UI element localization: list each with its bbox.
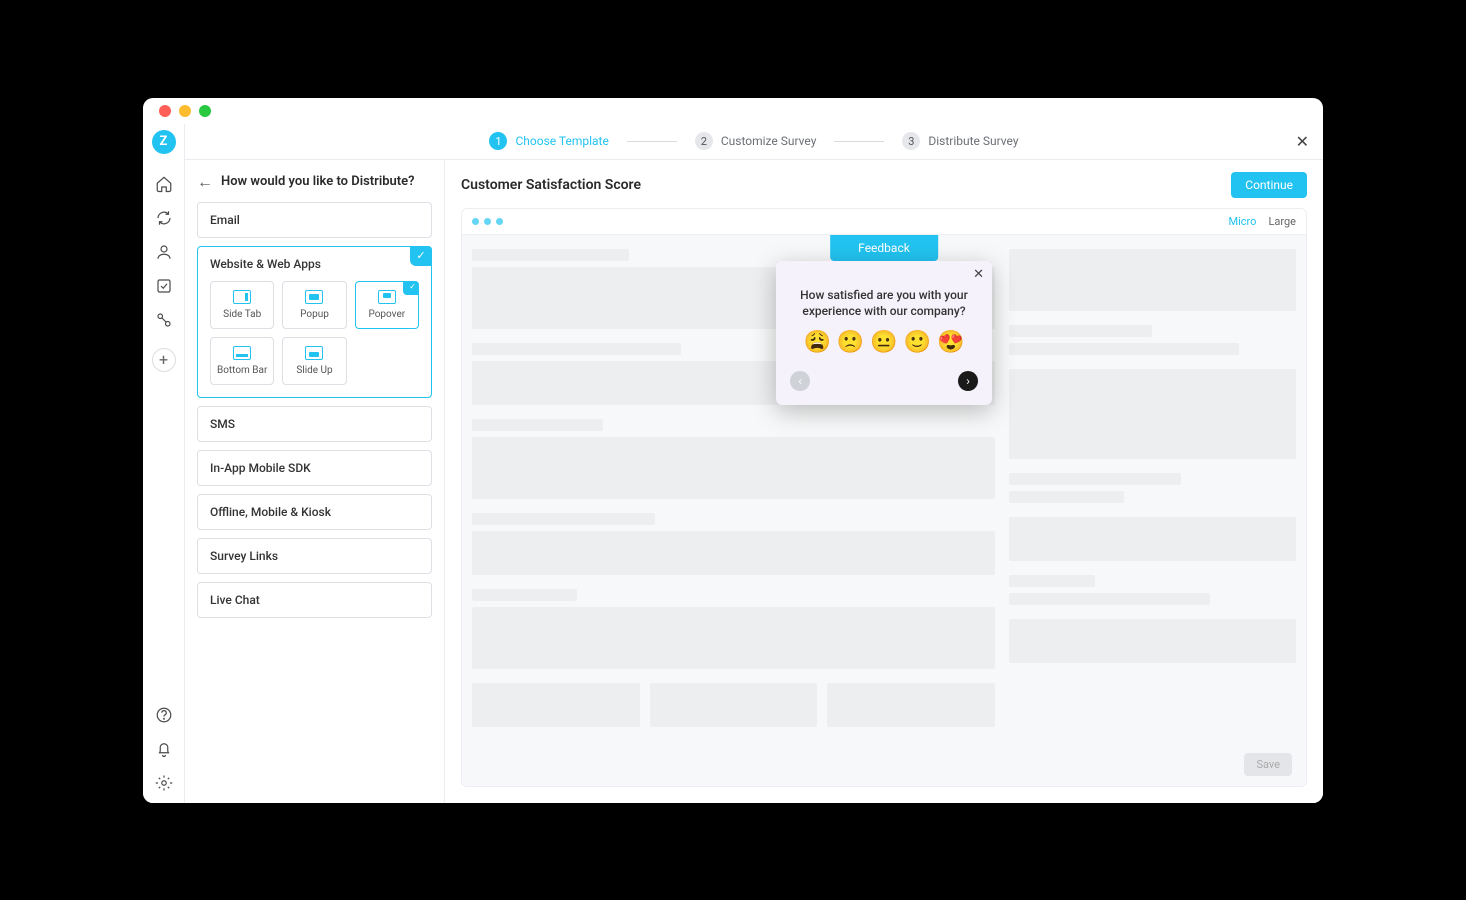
subopt-label: Slide Up <box>296 365 332 376</box>
bottombar-icon <box>233 346 251 360</box>
logo-icon[interactable]: Z <box>152 130 176 154</box>
dist-option-label: Offline, Mobile & Kiosk <box>210 505 419 519</box>
panel-title: How would you like to Distribute? <box>221 174 415 189</box>
window-titlebar <box>143 98 1323 124</box>
slideup-icon <box>305 346 323 360</box>
preview-dots <box>472 218 503 225</box>
step-divider <box>834 141 884 142</box>
dist-option-label: In-App Mobile SDK <box>210 461 419 475</box>
help-icon[interactable] <box>154 705 174 725</box>
subopt-label: Popover <box>368 309 405 320</box>
step-num: 1 <box>489 132 507 150</box>
dist-option-chat[interactable]: Live Chat <box>197 582 432 618</box>
size-large[interactable]: Large <box>1268 215 1296 228</box>
dist-option-label: Survey Links <box>210 549 419 563</box>
dist-option-links[interactable]: Survey Links <box>197 538 432 574</box>
close-icon[interactable]: ✕ <box>1296 132 1309 151</box>
step-label: Distribute Survey <box>928 134 1018 148</box>
dist-option-offline[interactable]: Offline, Mobile & Kiosk <box>197 494 432 530</box>
popup-icon <box>305 290 323 304</box>
preview-area: Customer Satisfaction Score Continue Mic <box>445 160 1323 803</box>
dist-option-email[interactable]: Email <box>197 202 432 238</box>
back-arrow-icon[interactable]: ← <box>197 172 213 192</box>
subopt-slide-up[interactable]: Slide Up <box>282 337 346 385</box>
app-window: Z + 1 Choose Template 2 Customize Sur <box>143 98 1323 803</box>
emoji-scale: 😩 🙁 😐 🙂 😍 <box>790 330 978 355</box>
preview-frame: Micro Large <box>461 208 1307 787</box>
window-close-dot[interactable] <box>159 105 171 117</box>
cycle-icon[interactable] <box>154 208 174 228</box>
step-label: Customize Survey <box>721 134 817 148</box>
subopt-label: Side Tab <box>223 309 261 320</box>
home-icon[interactable] <box>154 174 174 194</box>
window-minimize-dot[interactable] <box>179 105 191 117</box>
check-icon <box>410 246 432 266</box>
save-ghost-button: Save <box>1244 753 1292 776</box>
dist-option-label: SMS <box>210 417 419 431</box>
subopt-bottom-bar[interactable]: Bottom Bar <box>210 337 274 385</box>
survey-question: How satisfied are you with your experien… <box>790 287 978 321</box>
sidetab-icon <box>233 290 251 304</box>
dist-option-sms[interactable]: SMS <box>197 406 432 442</box>
web-subtype-grid: Side Tab Popup Popover <box>210 281 419 385</box>
body-row: Z + 1 Choose Template 2 Customize Sur <box>143 124 1323 803</box>
distribute-panel: ← How would you like to Distribute? Emai… <box>185 160 445 803</box>
dist-option-sdk[interactable]: In-App Mobile SDK <box>197 450 432 486</box>
dist-option-label: Live Chat <box>210 593 419 607</box>
main-row: ← How would you like to Distribute? Emai… <box>185 160 1323 803</box>
step-divider <box>627 141 677 142</box>
window-maximize-dot[interactable] <box>199 105 211 117</box>
panel-header: ← How would you like to Distribute? <box>197 172 432 192</box>
subopt-side-tab[interactable]: Side Tab <box>210 281 274 329</box>
feedback-tab[interactable]: Feedback <box>830 235 938 261</box>
emoji-opt-2[interactable]: 🙁 <box>837 330 864 355</box>
size-micro[interactable]: Micro <box>1229 215 1257 228</box>
emoji-opt-5[interactable]: 😍 <box>937 330 964 355</box>
step-num: 2 <box>695 132 713 150</box>
preview-canvas: Feedback ✕ How satisfied are you with yo… <box>462 235 1306 786</box>
integrations-icon[interactable] <box>154 310 174 330</box>
emoji-opt-1[interactable]: 😩 <box>803 330 830 355</box>
popover-close-icon[interactable]: ✕ <box>973 267 984 282</box>
step-choose-template[interactable]: 1 Choose Template <box>489 132 608 150</box>
preview-toolbar: Micro Large <box>462 209 1306 235</box>
dist-option-label: Website & Web Apps <box>210 257 419 271</box>
popover-icon <box>378 290 396 304</box>
user-icon[interactable] <box>154 242 174 262</box>
checkbox-icon[interactable] <box>154 276 174 296</box>
content-area: 1 Choose Template 2 Customize Survey 3 D… <box>185 124 1323 803</box>
dot-icon <box>496 218 503 225</box>
subopt-label: Popup <box>300 309 329 320</box>
bell-icon[interactable] <box>154 739 174 759</box>
subopt-label: Bottom Bar <box>217 365 267 376</box>
check-icon <box>403 281 419 295</box>
survey-popover: ✕ How satisfied are you with your experi… <box>776 261 992 406</box>
step-label: Choose Template <box>515 134 608 148</box>
emoji-opt-4[interactable]: 🙂 <box>904 330 931 355</box>
next-arrow-icon[interactable]: › <box>958 371 978 391</box>
nav-rail: Z + <box>143 124 185 803</box>
dot-icon <box>484 218 491 225</box>
step-customize-survey[interactable]: 2 Customize Survey <box>695 132 817 150</box>
popover-nav: ‹ › <box>790 371 978 391</box>
dist-option-web[interactable]: Website & Web Apps Side Tab Popup <box>197 246 432 398</box>
dot-icon <box>472 218 479 225</box>
gear-icon[interactable] <box>154 773 174 793</box>
dist-option-label: Email <box>210 213 419 227</box>
step-num: 3 <box>902 132 920 150</box>
preview-size-toggle: Micro Large <box>1229 215 1296 228</box>
emoji-opt-3[interactable]: 😐 <box>870 330 897 355</box>
subopt-popover[interactable]: Popover <box>355 281 419 329</box>
stepper: 1 Choose Template 2 Customize Survey 3 D… <box>185 124 1323 160</box>
template-title: Customer Satisfaction Score <box>461 177 641 193</box>
continue-button[interactable]: Continue <box>1231 172 1307 198</box>
step-distribute-survey[interactable]: 3 Distribute Survey <box>902 132 1018 150</box>
prev-arrow-icon[interactable]: ‹ <box>790 371 810 391</box>
subopt-popup[interactable]: Popup <box>282 281 346 329</box>
add-button[interactable]: + <box>152 348 176 372</box>
preview-header: Customer Satisfaction Score Continue <box>461 172 1307 198</box>
skel-col <box>1009 249 1296 772</box>
